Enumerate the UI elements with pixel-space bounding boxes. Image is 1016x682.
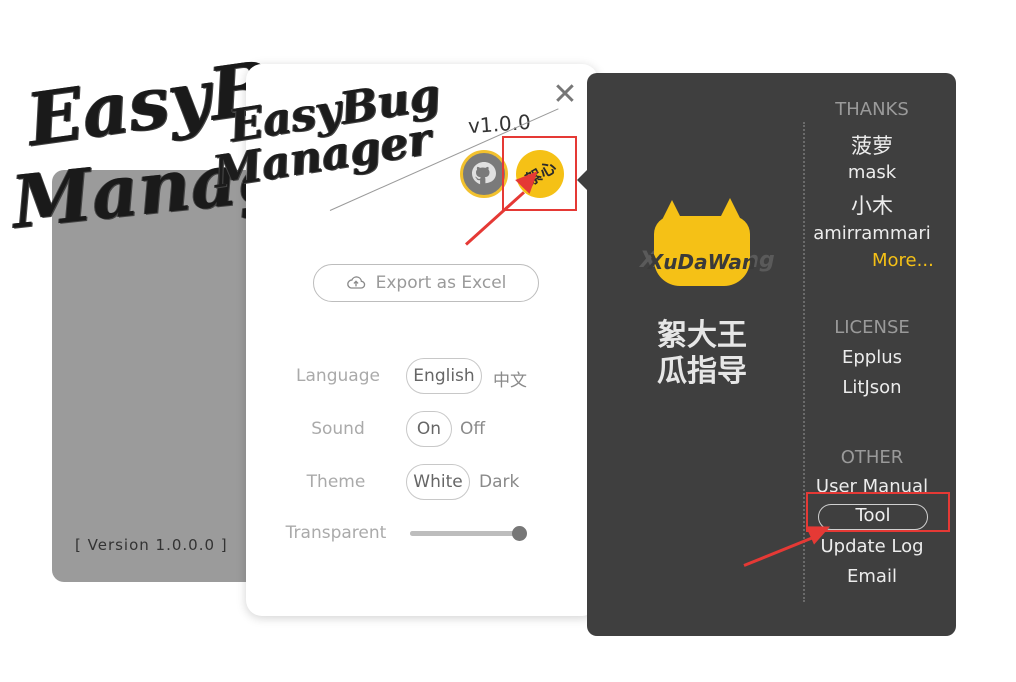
cloud-upload-icon	[346, 276, 365, 289]
export-excel-button[interactable]: Export as Excel	[313, 264, 539, 302]
license-heading: LICENSE	[834, 317, 910, 338]
theme-option-dark[interactable]: Dark	[479, 472, 519, 492]
transparency-slider-thumb[interactable]	[512, 526, 527, 541]
email-link[interactable]: Email	[802, 566, 942, 587]
github-button[interactable]	[460, 150, 508, 198]
license-item-litjson[interactable]: LitJson	[802, 377, 942, 398]
close-icon: ✕	[552, 77, 578, 112]
sound-label: Sound	[311, 419, 365, 439]
sound-option-off[interactable]: Off	[460, 419, 485, 439]
mascot-name: XuDaWan	[647, 250, 757, 274]
thanks-item: mask	[847, 162, 897, 183]
export-label: Export as Excel	[375, 273, 507, 293]
thanks-heading: THANKS	[835, 99, 909, 120]
transparent-label: Transparent	[285, 523, 387, 543]
license-item-epplus[interactable]: Epplus	[802, 347, 942, 368]
thanks-more-link[interactable]: More...	[872, 250, 934, 271]
author-name-line-2: 瓜指导	[657, 354, 747, 389]
panel-pointer	[577, 170, 587, 190]
language-label: Language	[296, 366, 380, 386]
theme-option-white[interactable]: White	[406, 464, 470, 500]
thanks-item: amirrammari	[813, 223, 931, 244]
thanks-item: 菠萝	[851, 134, 893, 158]
thanks-item: 小木	[851, 194, 893, 218]
sound-option-on[interactable]: On	[406, 411, 452, 447]
close-button[interactable]: ✕	[550, 80, 580, 110]
author-name-line-1: 絮大王	[657, 318, 747, 353]
language-option-english[interactable]: English	[406, 358, 482, 394]
transparency-slider-fill	[410, 531, 522, 536]
author-name: 絮大王 瓜指导	[650, 318, 754, 390]
theme-label: Theme	[306, 472, 366, 492]
background-version-text: [ Version 1.0.0.0 ]	[75, 536, 228, 554]
other-heading: OTHER	[840, 447, 904, 468]
github-cat-icon	[472, 162, 496, 185]
language-option-chinese[interactable]: 中文	[493, 366, 527, 391]
